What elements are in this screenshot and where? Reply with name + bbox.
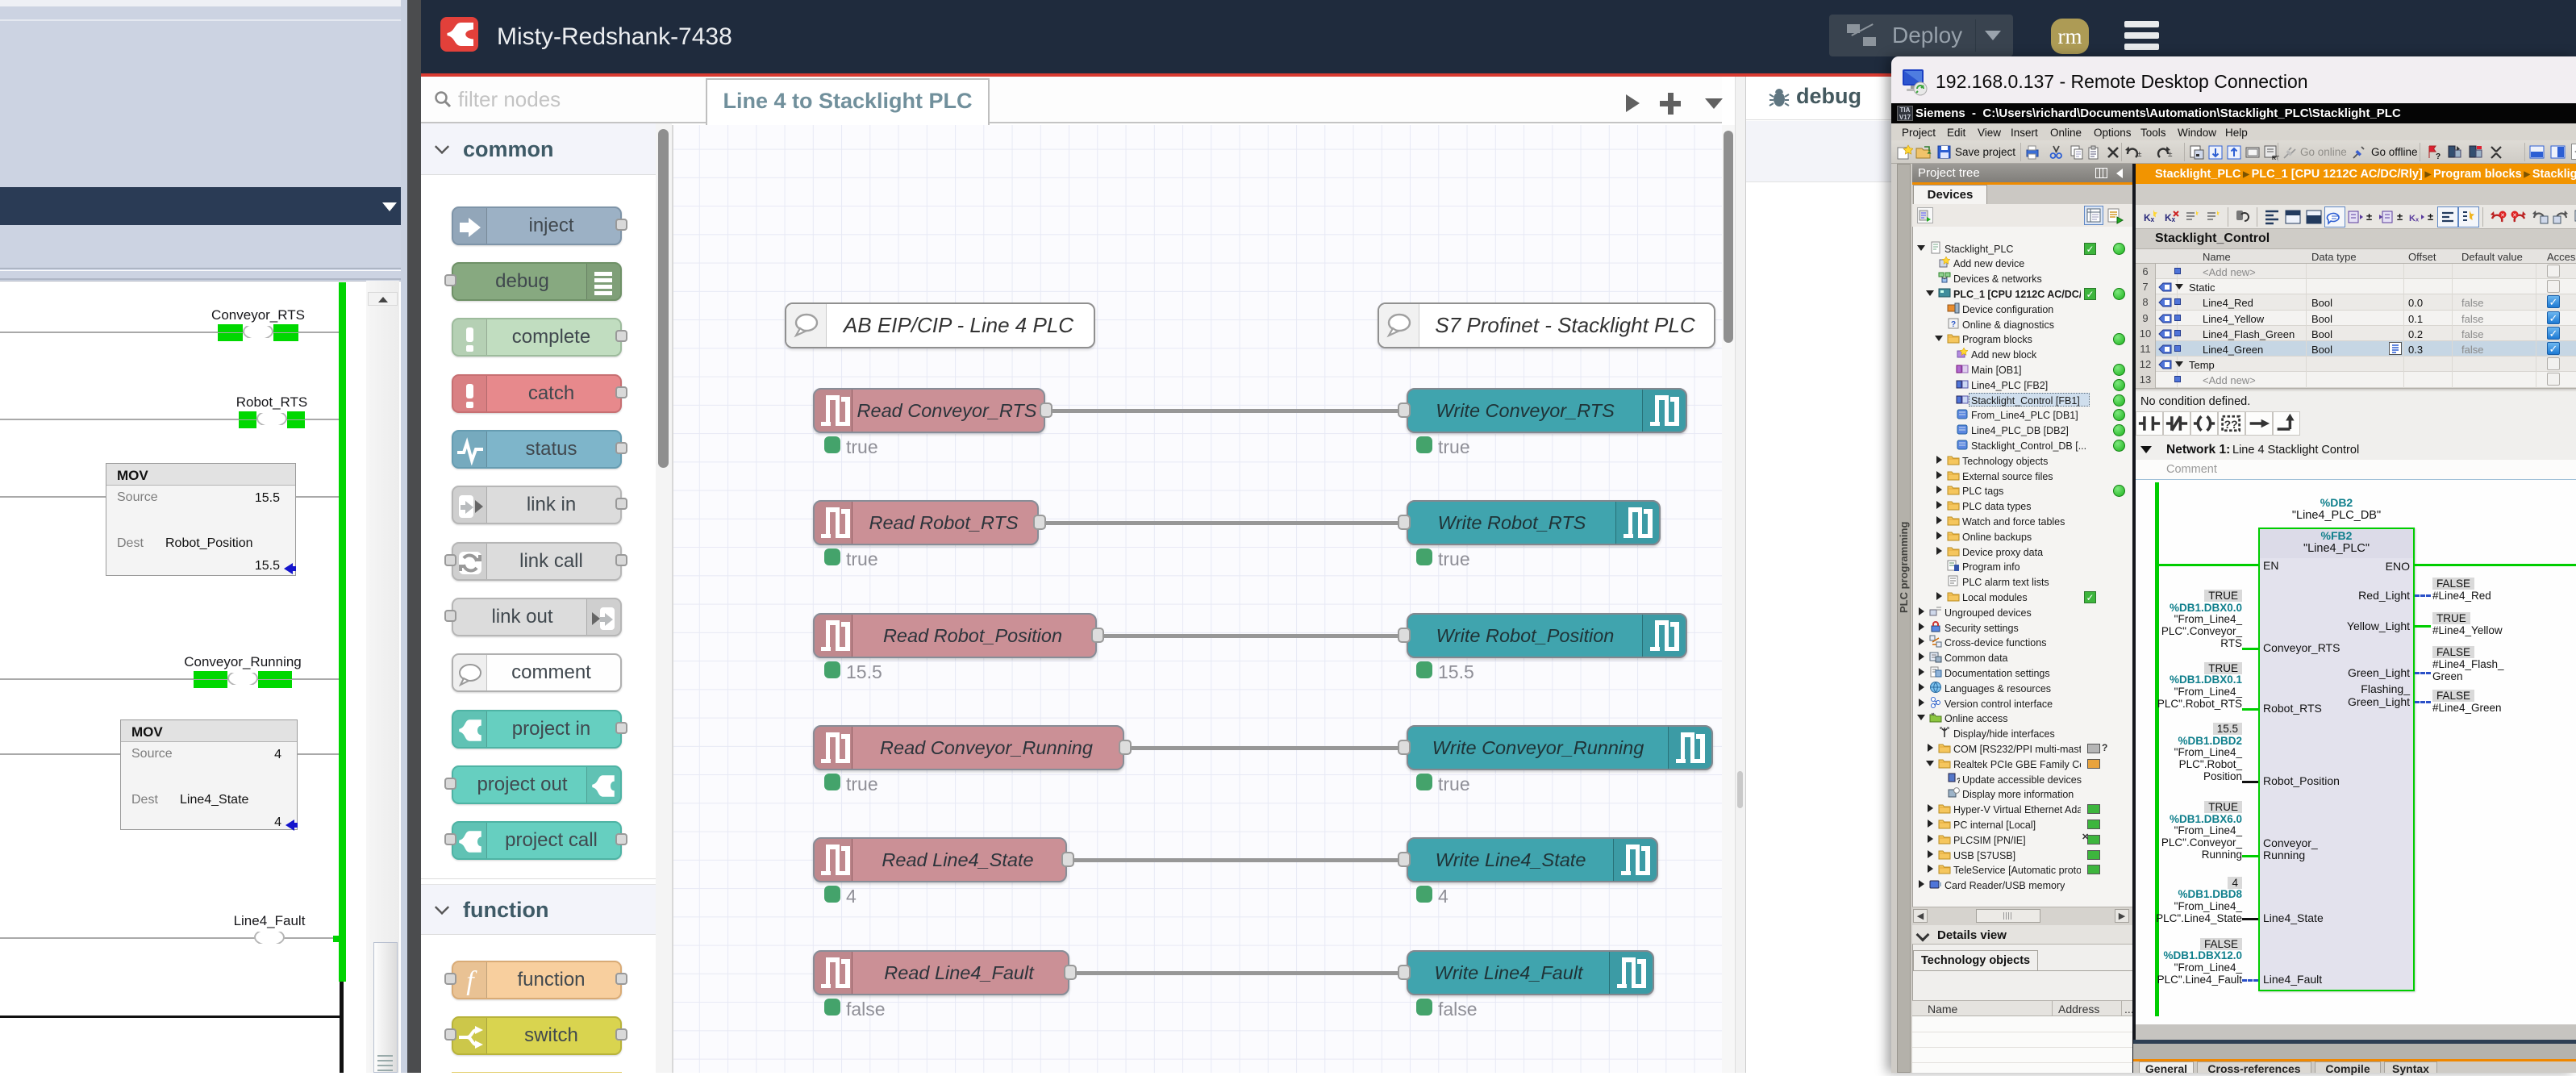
svg-text:??: ?? xyxy=(2224,418,2238,431)
svg-text:✕: ✕ xyxy=(2500,213,2505,219)
svg-text:?: ? xyxy=(1951,320,1956,329)
svg-text:✕: ✕ xyxy=(2512,213,2517,219)
svg-text:Kₓ: Kₓ xyxy=(2409,214,2420,223)
svg-text:Kₓ: Kₓ xyxy=(2144,212,2155,223)
svg-text:?: ? xyxy=(2436,152,2441,161)
svg-text:f: f xyxy=(466,967,477,996)
svg-text:?: ? xyxy=(1957,777,1960,785)
svg-text:Kₓ: Kₓ xyxy=(2165,212,2176,223)
